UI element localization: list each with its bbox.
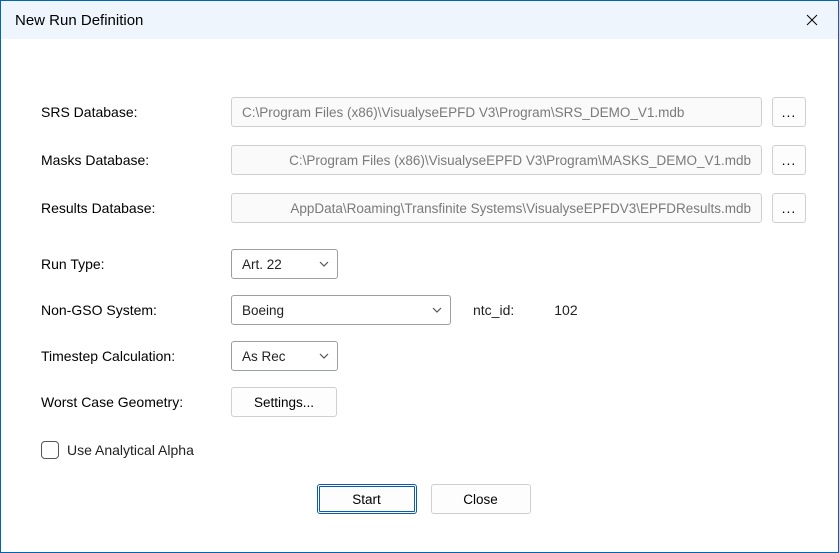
timestep-calc-row: Timestep Calculation: As Rec	[41, 341, 806, 371]
use-analytical-alpha-label: Use Analytical Alpha	[67, 442, 194, 458]
results-database-browse-button[interactable]: ...	[772, 193, 806, 223]
run-type-select[interactable]: Art. 22	[231, 249, 338, 279]
use-analytical-alpha-row: Use Analytical Alpha	[41, 441, 806, 459]
run-type-row: Run Type: Art. 22	[41, 249, 806, 279]
chevron-down-icon	[432, 307, 442, 313]
non-gso-system-row: Non-GSO System: Boeing ntc_id: 102	[41, 295, 806, 325]
settings-button[interactable]: Settings...	[231, 387, 337, 417]
timestep-calc-select[interactable]: As Rec	[231, 341, 338, 371]
ntc-id-value: 102	[554, 302, 577, 318]
srs-database-label: SRS Database:	[41, 104, 231, 120]
timestep-calc-value: As Rec	[242, 349, 286, 364]
srs-database-browse-button[interactable]: ...	[772, 97, 806, 127]
ntc-id-label: ntc_id:	[473, 302, 514, 318]
dialog-window: New Run Definition SRS Database: C:\Prog…	[0, 0, 839, 553]
masks-database-browse-button[interactable]: ...	[772, 145, 806, 175]
srs-database-field[interactable]: C:\Program Files (x86)\VisualyseEPFD V3\…	[231, 97, 762, 127]
masks-database-label: Masks Database:	[41, 152, 231, 168]
srs-database-value: C:\Program Files (x86)\VisualyseEPFD V3\…	[242, 105, 684, 120]
results-database-value: AppData\Roaming\Transfinite Systems\Visu…	[290, 201, 751, 216]
srs-database-row: SRS Database: C:\Program Files (x86)\Vis…	[41, 97, 806, 127]
worst-case-geometry-label: Worst Case Geometry:	[41, 394, 231, 410]
dialog-footer: Start Close	[41, 484, 806, 532]
dialog-content: SRS Database: C:\Program Files (x86)\Vis…	[1, 39, 838, 552]
run-type-value: Art. 22	[242, 257, 282, 272]
results-database-label: Results Database:	[41, 200, 231, 216]
close-button[interactable]: Close	[431, 484, 531, 514]
results-database-field[interactable]: AppData\Roaming\Transfinite Systems\Visu…	[231, 193, 762, 223]
timestep-calc-label: Timestep Calculation:	[41, 348, 231, 364]
masks-database-value: C:\Program Files (x86)\VisualyseEPFD V3\…	[289, 153, 751, 168]
non-gso-system-label: Non-GSO System:	[41, 302, 231, 318]
start-button[interactable]: Start	[317, 484, 417, 514]
masks-database-field[interactable]: C:\Program Files (x86)\VisualyseEPFD V3\…	[231, 145, 762, 175]
masks-database-row: Masks Database: C:\Program Files (x86)\V…	[41, 145, 806, 175]
close-icon[interactable]	[790, 5, 834, 35]
worst-case-geometry-row: Worst Case Geometry: Settings...	[41, 387, 806, 417]
window-title: New Run Definition	[15, 12, 790, 29]
run-type-label: Run Type:	[41, 256, 231, 272]
use-analytical-alpha-checkbox[interactable]	[41, 441, 59, 459]
chevron-down-icon	[319, 353, 329, 359]
non-gso-system-select[interactable]: Boeing	[231, 295, 451, 325]
non-gso-system-value: Boeing	[242, 303, 284, 318]
titlebar: New Run Definition	[1, 1, 838, 39]
chevron-down-icon	[319, 261, 329, 267]
results-database-row: Results Database: AppData\Roaming\Transf…	[41, 193, 806, 223]
